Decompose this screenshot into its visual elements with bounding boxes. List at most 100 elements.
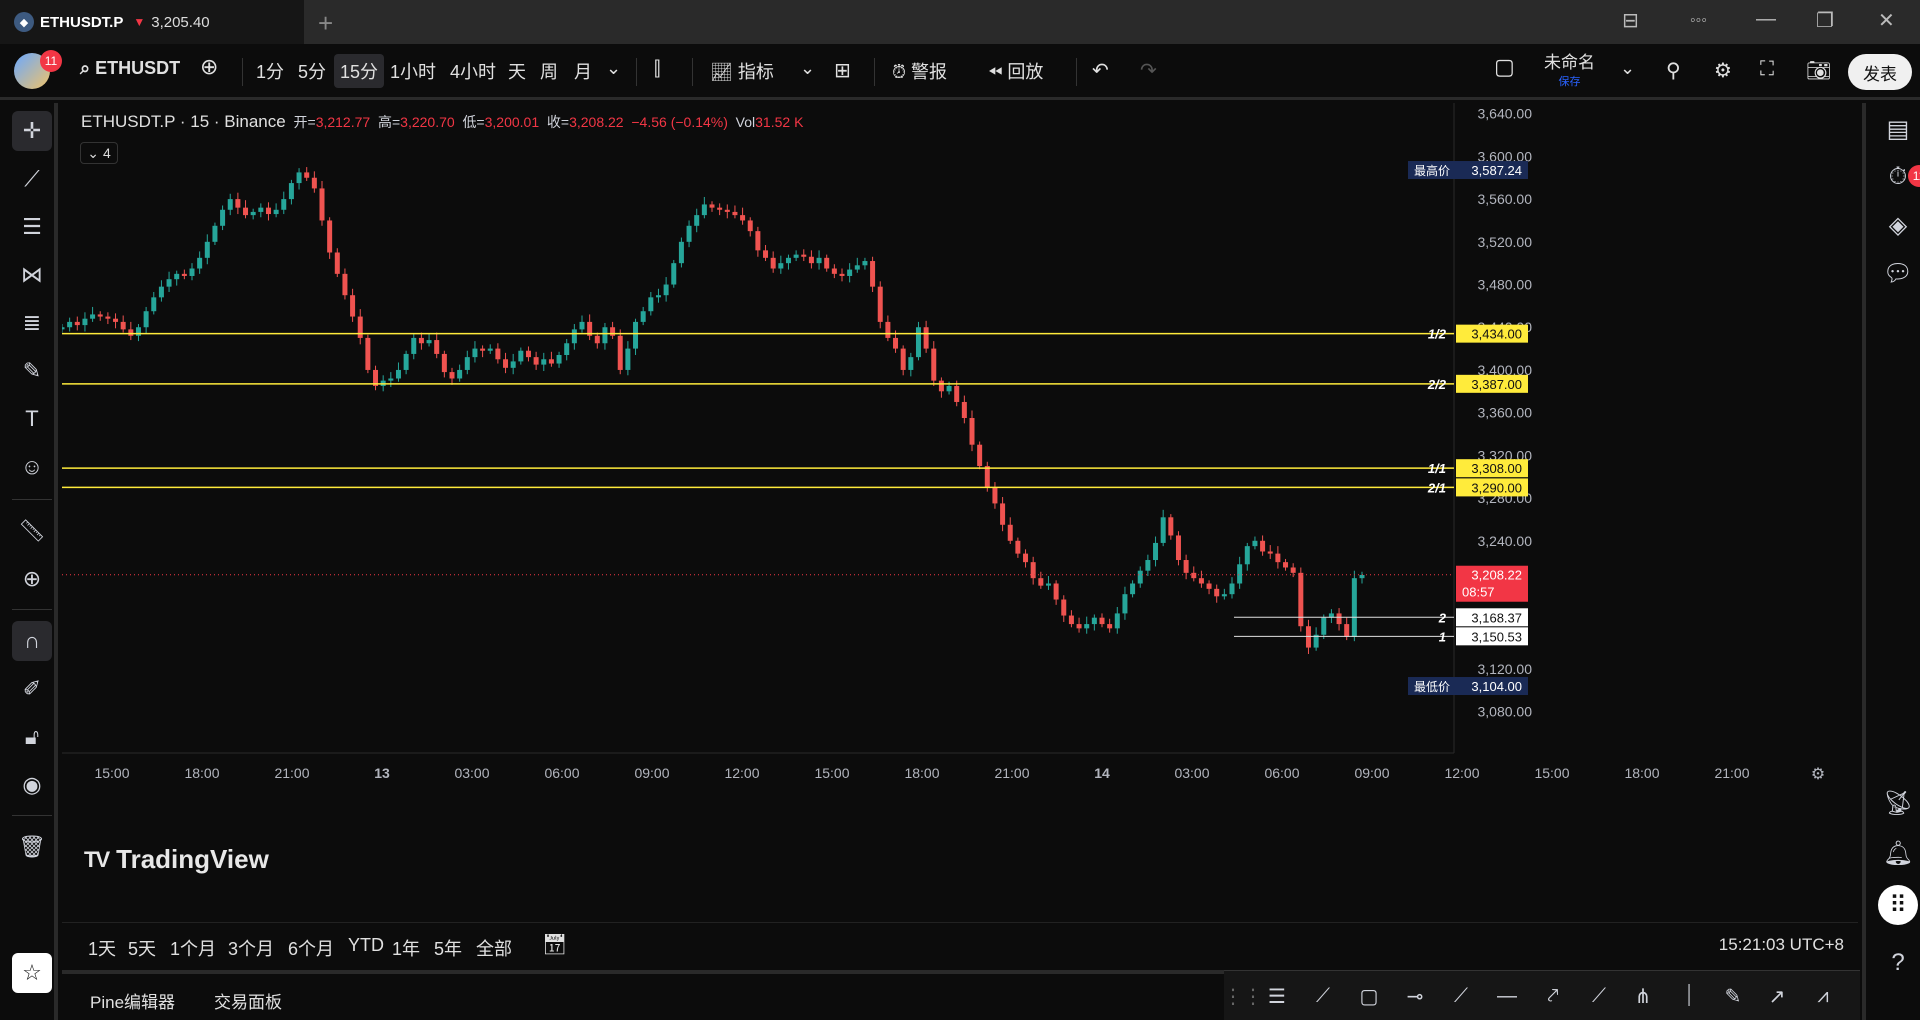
intervals-chevron-down-icon[interactable]: ⌄ [606,58,621,79]
range-1d[interactable]: 1天 [88,935,116,961]
settings-gear-icon[interactable]: ⚙ [1714,58,1732,83]
lock-icon[interactable]: 🔓︎ [12,717,52,757]
more-options-icon[interactable]: ◦◦◦ [1690,12,1707,30]
utc-clock[interactable]: 15:21:03 UTC+8 [1719,935,1844,955]
range-5d[interactable]: 5天 [128,935,156,961]
brush-tool-icon[interactable]: ✎ [1718,981,1748,1011]
candle-type-icon[interactable]: ⫿ [654,58,660,81]
short-level-label: 2 [1438,610,1447,625]
redo-icon[interactable]: ↷ [1140,58,1157,83]
crosshair-icon[interactable]: ✛ [12,111,52,151]
new-tab-button[interactable]: + [318,8,333,39]
candle-body [97,314,103,317]
layers-icon[interactable]: ◈ [1878,205,1918,245]
interval-1m[interactable]: 1分 [256,58,284,84]
range-3m[interactable]: 3个月 [228,935,274,961]
favorites-star-icon[interactable]: ☆ [12,953,52,993]
candle-body [1007,524,1013,541]
range-1y[interactable]: 1年 [392,935,420,961]
interval-1d[interactable]: 天 [508,58,526,84]
vertical-line-icon[interactable]: ⏐ [1674,981,1704,1011]
magnet-icon[interactable]: ∩ [12,621,52,661]
browser-tab-active[interactable]: ◆ ETHUSDT.P ▼ 3,205.40 [0,0,304,44]
candle-body [311,177,317,189]
price-chart[interactable]: 3,640.003,600.003,560.003,520.003,480.00… [59,103,1858,913]
candle-body [678,241,684,264]
compare-symbol-plus-icon[interactable]: ⊕ [200,54,218,80]
brush-icon[interactable]: ✎ [12,351,52,391]
interval-1w[interactable]: 周 [540,58,558,84]
layout-chevron-down-icon[interactable]: ⌄ [1620,58,1635,79]
watchlist-icon[interactable]: ▤ [1878,109,1918,149]
range-1m[interactable]: 1个月 [170,935,216,961]
lines-menu-icon[interactable]: ☰ [1262,981,1292,1011]
text-icon[interactable]: T [12,399,52,439]
templates-grid-icon[interactable]: ⊞ [834,58,851,83]
rectangle-tool-icon[interactable]: ▢ [1354,981,1384,1011]
notifications-bell-icon[interactable]: 🔔︎ [1878,833,1918,873]
minimize-icon[interactable]: — [1756,8,1776,31]
interval-1h[interactable]: 1小时 [390,58,436,84]
visibility-eye-icon[interactable]: ◉ [12,765,52,805]
symbol-search-button[interactable]: ⌕ ETHUSDT [80,58,180,79]
help-icon[interactable]: ? [1878,943,1918,983]
apps-grid-icon[interactable]: ⠿ [1878,885,1918,925]
emoji-icon[interactable]: ☺ [12,447,52,487]
alerts-button[interactable]: ⏰︎ 警报 [892,58,947,84]
restore-icon[interactable]: ❐ [1816,8,1834,33]
interval-15m[interactable]: 15分 [334,54,385,88]
path-tool-icon[interactable]: ⤤ [1538,981,1568,1011]
extended-line-icon[interactable]: ⟋ [1584,981,1614,1011]
snapshot-camera-icon[interactable]: 📷︎ [1806,58,1831,83]
arrow-tool-icon[interactable]: ↗ [1762,981,1792,1011]
picture-in-picture-icon[interactable]: ⊟ [1622,8,1639,33]
range-ytd[interactable]: YTD [348,935,384,956]
horizontal-ray-icon[interactable]: ⊸ [1400,981,1430,1011]
legend-title[interactable]: ETHUSDT.P · 15 · Binance [81,112,286,131]
legend-low-label: 低= [462,114,485,130]
pitchfork-icon[interactable]: ⋔ [1628,981,1658,1011]
quick-search-icon[interactable]: ⚲ [1666,58,1681,83]
broadcast-icon[interactable]: 📡︎ [1878,783,1918,823]
interval-1mo[interactable]: 月 [574,58,592,84]
chart-pane[interactable]: 3,640.00 3,600.00 3,560.00 3,520.00 3,480.00… [59,103,1858,913]
trend-line-icon[interactable]: ⟋ [12,159,52,199]
pattern-icon[interactable]: ⋈ [12,255,52,295]
horizontal-lines-icon[interactable]: ☰ [12,207,52,247]
candle-body [296,172,302,184]
trendline-tool-icon[interactable]: ⟋ [1308,981,1338,1011]
lock-drawing-icon[interactable]: ✐ [12,669,52,709]
chat-icon[interactable]: 💬︎ [1878,253,1918,293]
publish-button[interactable]: 发表 [1848,54,1912,90]
indicators-chevron-down-icon[interactable]: ⌄ [800,58,815,79]
drag-handle-icon[interactable]: ⋮⋮ [1223,981,1263,1011]
goto-date-calendar-icon[interactable]: 📅︎ [542,932,567,957]
pine-editor-tab[interactable]: Pine编辑器 [90,988,175,1013]
fib-retracement-icon[interactable]: ≣ [12,303,52,343]
layout-name: 未命名 [1544,53,1595,72]
candle-body [961,401,967,418]
ruler-icon[interactable]: 📏︎ [12,511,52,551]
fullscreen-icon[interactable]: ⛶ [1760,58,1774,81]
close-window-icon[interactable]: ✕ [1878,8,1895,33]
zoom-in-icon[interactable]: ⊕ [12,559,52,599]
interval-4h[interactable]: 4小时 [450,58,496,84]
polyline-tool-icon[interactable]: ⩘ [1808,981,1838,1011]
layout-square-icon[interactable]: ▢ [1494,54,1515,80]
indicators-button[interactable]: 📈︎ 指标 [710,58,774,84]
horizontal-line-icon[interactable]: — [1492,981,1522,1011]
candle-body [434,340,440,354]
range-6m[interactable]: 6个月 [288,935,334,961]
candle-body [854,265,860,270]
ray-tool-icon[interactable]: ⟋ [1446,981,1476,1011]
range-all[interactable]: 全部 [476,935,512,961]
layout-name-button[interactable]: 未命名 保存 [1544,48,1595,89]
trading-panel-tab[interactable]: 交易面板 [214,988,282,1013]
time-axis-tick: 15:00 [814,765,849,781]
range-5y[interactable]: 5年 [434,935,462,961]
replay-button[interactable]: ⏪︎ 回放 [988,58,1043,84]
undo-icon[interactable]: ↶ [1092,58,1109,83]
legend-collapse-button[interactable]: ⌄ 4 [80,142,118,164]
interval-5m[interactable]: 5分 [298,58,326,84]
trash-icon[interactable]: 🗑︎ [12,827,52,867]
